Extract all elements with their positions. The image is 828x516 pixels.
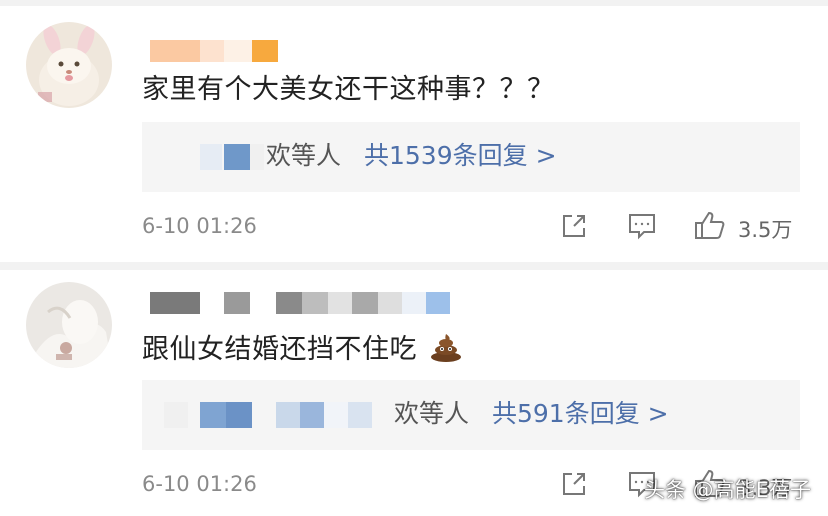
top-divider [0, 0, 828, 6]
reply-count-link[interactable]: 共1539条回复 > [364, 138, 557, 174]
comment-text: 跟仙女结婚还挡不住吃 [142, 332, 462, 372]
username-blurred[interactable] [150, 40, 280, 62]
watermark: 头条 @高能E蓓子 [644, 478, 811, 502]
comment-divider [0, 262, 828, 270]
timestamp: 6-10 01:26 [142, 214, 257, 238]
reply-preview[interactable]: 欢等人 共591条回复 > [142, 380, 800, 450]
comment-text-body: 跟仙女结婚还挡不住吃 [142, 334, 417, 365]
like-count: 3.5万 [738, 218, 793, 242]
share-icon[interactable] [560, 212, 588, 244]
comment-icon[interactable] [627, 212, 657, 244]
reply-users: 欢等人 [394, 399, 470, 428]
reply-preview[interactable]: 欢等人 共1539条回复 > [142, 122, 800, 192]
poop-emoji-icon [430, 332, 462, 372]
avatar[interactable] [26, 22, 112, 108]
avatar[interactable] [26, 282, 112, 368]
reply-count-link[interactable]: 共591条回复 > [492, 396, 669, 432]
like-icon[interactable] [694, 210, 726, 244]
timestamp: 6-10 01:26 [142, 472, 257, 496]
comment-text: 家里有个大美女还干这种事？？？ [142, 74, 555, 105]
username-blurred[interactable] [150, 292, 450, 314]
reply-users: 欢等人 [266, 141, 342, 170]
share-icon[interactable] [560, 470, 588, 502]
